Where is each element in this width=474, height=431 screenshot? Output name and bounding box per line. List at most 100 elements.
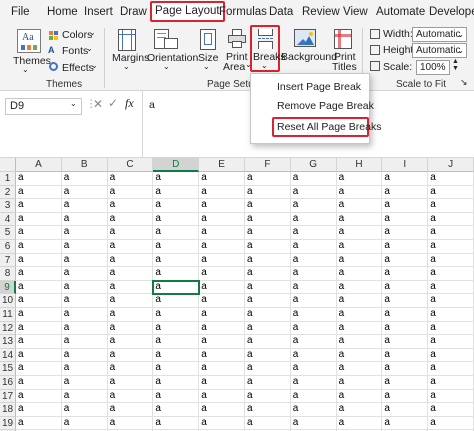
background-button[interactable]: Background [281,51,337,63]
cell-i5[interactable]: a [382,226,429,240]
row-header-12[interactable]: 12 [0,321,16,336]
cell-j10[interactable]: a [428,294,474,308]
cell-c5[interactable]: a [107,226,154,240]
column-header-h[interactable]: H [336,158,383,172]
column-header-a[interactable]: A [16,158,62,172]
cell-g9[interactable]: a [290,280,337,295]
cell-d16[interactable]: a [153,376,200,390]
cell-e15[interactable]: a [199,362,245,376]
cell-f17[interactable]: a [245,389,291,404]
row-header-17[interactable]: 17 [0,389,16,404]
cell-f10[interactable]: a [245,294,291,308]
cell-d19[interactable]: a [153,416,200,431]
cell-c9[interactable]: a [107,280,154,295]
cell-a18[interactable]: a [16,403,62,417]
cell-e1[interactable]: a [199,172,245,186]
cell-j14[interactable]: a [428,348,474,363]
cell-a11[interactable]: a [16,308,62,322]
tab-formulas[interactable]: Formulas [219,4,267,20]
cell-h5[interactable]: a [336,226,383,240]
cell-i10[interactable]: a [382,294,429,308]
cell-h8[interactable]: a [336,267,383,281]
cell-a10[interactable]: a [16,294,62,308]
cell-i3[interactable]: a [382,199,429,213]
cell-f3[interactable]: a [245,199,291,213]
dialog-launcher-icon[interactable]: ↘ [460,77,468,88]
row-header-3[interactable]: 3 [0,199,16,213]
cell-c18[interactable]: a [107,403,154,417]
cell-c8[interactable]: a [107,267,154,281]
row-header-9[interactable]: 9 [0,280,16,295]
cell-j7[interactable]: a [428,253,474,268]
cell-g13[interactable]: a [290,335,337,349]
cell-h14[interactable]: a [336,348,383,363]
cell-d17[interactable]: a [153,389,200,404]
cell-h17[interactable]: a [336,389,383,404]
cell-a6[interactable]: a [16,240,62,254]
cell-d4[interactable]: a [153,212,200,227]
cell-g5[interactable]: a [290,226,337,240]
cell-f6[interactable]: a [245,240,291,254]
cell-i7[interactable]: a [382,253,429,268]
orientation-button[interactable]: Orientation [147,52,198,64]
cell-a3[interactable]: a [16,199,62,213]
cell-d12[interactable]: a [153,321,200,336]
remove-page-break-item[interactable]: Remove Page Break [277,100,374,112]
cell-b13[interactable]: a [61,335,108,349]
cell-c6[interactable]: a [107,240,154,254]
cell-f4[interactable]: a [245,212,291,227]
row-header-19[interactable]: 19 [0,416,16,431]
cancel-icon[interactable]: ✕ [93,97,103,111]
cell-i1[interactable]: a [382,172,429,186]
cell-b4[interactable]: a [61,212,108,227]
column-header-c[interactable]: C [107,158,154,172]
cell-g15[interactable]: a [290,362,337,376]
cell-b14[interactable]: a [61,348,108,363]
cell-f14[interactable]: a [245,348,291,363]
cell-g19[interactable]: a [290,416,337,431]
cell-e18[interactable]: a [199,403,245,417]
cell-i16[interactable]: a [382,376,429,390]
cell-i9[interactable]: a [382,280,429,295]
chevron-down-icon[interactable]: ⌄ [261,61,268,70]
row-header-10[interactable]: 10 [0,294,16,308]
cell-d11[interactable]: a [153,308,200,322]
cell-f15[interactable]: a [245,362,291,376]
cell-a13[interactable]: a [16,335,62,349]
cell-j4[interactable]: a [428,212,474,227]
fonts-button[interactable]: Fonts [62,45,88,57]
cell-i17[interactable]: a [382,389,429,404]
cell-d5[interactable]: a [153,226,200,240]
cell-i19[interactable]: a [382,416,429,431]
tab-automate[interactable]: Automate [376,4,425,20]
cell-g3[interactable]: a [290,199,337,213]
cell-c12[interactable]: a [107,321,154,336]
insert-page-break-item[interactable]: Insert Page Break [277,81,361,93]
cell-b5[interactable]: a [61,226,108,240]
cell-g17[interactable]: a [290,389,337,404]
cell-j16[interactable]: a [428,376,474,390]
cell-d15[interactable]: a [153,362,200,376]
cell-f19[interactable]: a [245,416,291,431]
cell-e4[interactable]: a [199,212,245,227]
cell-d14[interactable]: a [153,348,200,363]
cell-d10[interactable]: a [153,294,200,308]
cell-f11[interactable]: a [245,308,291,322]
cell-h9[interactable]: a [336,280,383,295]
cell-e7[interactable]: a [199,253,245,268]
cell-f9[interactable]: a [245,280,291,295]
row-header-18[interactable]: 18 [0,403,16,417]
cell-a16[interactable]: a [16,376,62,390]
cell-f18[interactable]: a [245,403,291,417]
cell-c10[interactable]: a [107,294,154,308]
cell-e6[interactable]: a [199,240,245,254]
cell-g1[interactable]: a [290,172,337,186]
cell-h2[interactable]: a [336,185,383,200]
cell-c3[interactable]: a [107,199,154,213]
cell-e3[interactable]: a [199,199,245,213]
tab-file[interactable]: File [11,4,30,20]
print-area-label-2[interactable]: Area [223,61,245,73]
cell-i11[interactable]: a [382,308,429,322]
cell-a19[interactable]: a [16,416,62,431]
cell-b17[interactable]: a [61,389,108,404]
